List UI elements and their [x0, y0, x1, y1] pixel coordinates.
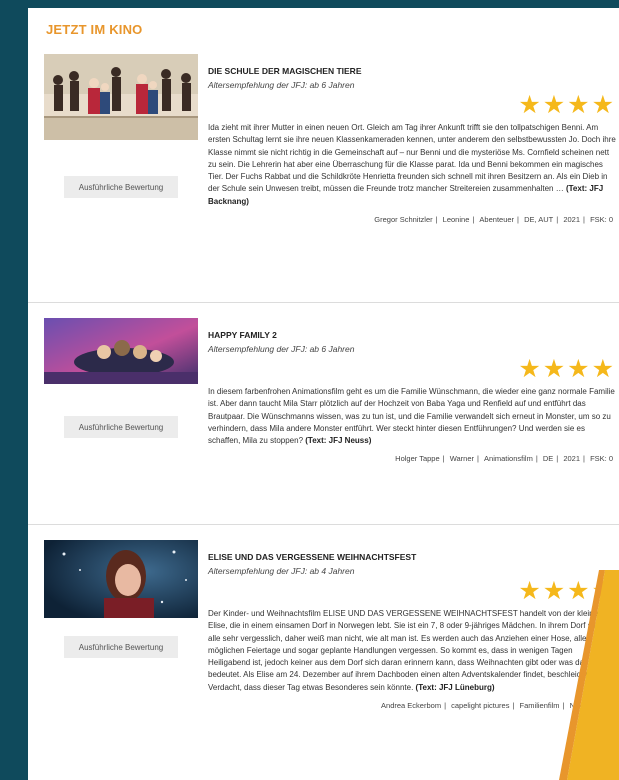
- film-content-1: DIE SCHULE DER MAGISCHEN TIERE Altersemp…: [208, 54, 616, 224]
- meta-genre: Animationsfilm: [484, 454, 533, 464]
- description-text: In diesem farbenfrohen Animationsfilm ge…: [208, 387, 615, 446]
- rating-stars: ★★★★: [518, 355, 616, 383]
- description-text: Der Kinder- und Weihnachtsfilm ELISE UND…: [208, 609, 614, 692]
- section-title: JETZT IM KINO: [46, 22, 143, 37]
- corner-accent: [559, 570, 619, 780]
- film-meta: Holger Tappe | Warner | Animationsfilm | DE…: [395, 454, 613, 464]
- film-content-3: ELISE UND DAS VERGESSENE WEIHNACHTSFEST …: [208, 540, 616, 710]
- meta-distributor: Warner: [449, 454, 474, 464]
- film-entry-1: Ausführliche Bewertung DIE SCHULE DER MA…: [28, 54, 619, 294]
- meta-distributor: Leonine: [442, 215, 470, 225]
- meta-fsk: FSK: 0: [590, 215, 613, 225]
- film-description: Der Kinder- und Weihnachtsfilm ELISE UND…: [208, 608, 616, 694]
- film-description: In diesem farbenfrohen Animationsfilm ge…: [208, 386, 616, 447]
- meta-director: Andrea Eckerbom: [381, 701, 442, 711]
- age-recommendation: Altersempfehlung der JFJ: ab 6 Jahren: [208, 344, 355, 354]
- film-description: Ida zieht mit ihrer Mutter in einen neue…: [208, 122, 616, 208]
- film-list-page: JETZT IM KINO Ausführliche Bewertung DIE…: [28, 8, 619, 780]
- film-poster-2[interactable]: [44, 318, 198, 384]
- text-credit: (Text: JFJ Lüneburg): [415, 682, 495, 692]
- meta-director: Gregor Schnitzler: [374, 215, 433, 225]
- meta-genre: Abenteuer: [479, 215, 515, 225]
- divider: [28, 524, 619, 525]
- meta-country: DE: [542, 454, 554, 464]
- meta-year: 2021: [563, 215, 581, 225]
- rating-stars: ★★★★: [518, 577, 616, 605]
- meta-country: DE, AUT: [524, 215, 554, 225]
- film-entry-3: Ausführliche Bewertung ELISE UND DAS VER…: [28, 540, 619, 780]
- film-poster-3[interactable]: [44, 540, 198, 618]
- film-title[interactable]: HAPPY FAMILY 2: [208, 330, 616, 340]
- meta-year: 2021: [563, 454, 581, 464]
- film-title[interactable]: DIE SCHULE DER MAGISCHEN TIERE: [208, 66, 616, 76]
- detailed-review-button-1[interactable]: Ausführliche Bewertung: [64, 176, 178, 198]
- meta-genre: Familienfilm: [519, 701, 560, 711]
- age-recommendation: Altersempfehlung der JFJ: ab 4 Jahren: [208, 566, 355, 576]
- meta-director: Holger Tappe: [395, 454, 440, 464]
- age-recommendation: Altersempfehlung der JFJ: ab 6 Jahren: [208, 80, 355, 90]
- meta-distributor: capelight pictures: [451, 701, 510, 711]
- film-content-2: HAPPY FAMILY 2 Altersempfehlung der JFJ:…: [208, 318, 616, 463]
- film-meta: Andrea Eckerbom | capelight pictures | Fam…: [208, 701, 616, 710]
- detailed-review-button-2[interactable]: Ausführliche Bewertung: [64, 416, 178, 438]
- film-meta: Gregor Schnitzler | Leonine | Abenteuer | D…: [374, 215, 613, 225]
- divider: [28, 302, 619, 303]
- film-entry-2: Ausführliche Bewertung HAPPY FAMILY 2 Al…: [28, 318, 619, 506]
- film-title[interactable]: ELISE UND DAS VERGESSENE WEIHNACHTSFEST: [208, 552, 616, 562]
- detailed-review-button-3[interactable]: Ausführliche Bewertung: [64, 636, 178, 658]
- rating-stars: ★★★★: [518, 91, 616, 119]
- description-text: Ida zieht mit ihrer Mutter in einen neue…: [208, 123, 616, 194]
- meta-fsk: FSK: 0: [590, 454, 613, 464]
- text-credit: (Text: JFJ Neuss): [305, 436, 372, 446]
- film-poster-1[interactable]: [44, 54, 198, 140]
